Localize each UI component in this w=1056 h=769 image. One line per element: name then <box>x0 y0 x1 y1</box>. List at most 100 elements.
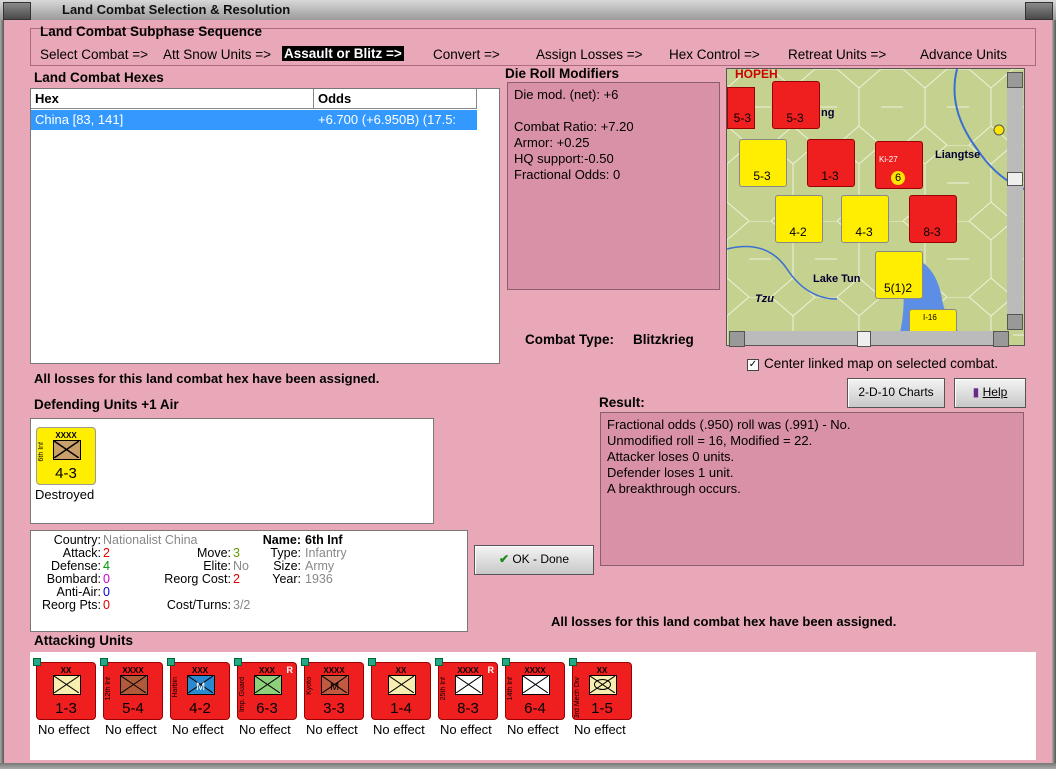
losses-message: All losses for this land combat hex have… <box>34 371 380 386</box>
unit-strength: 4-2 <box>189 700 211 717</box>
unit-marker-icon <box>100 658 108 666</box>
close-icon[interactable] <box>1025 2 1053 20</box>
unit-strength: 1-5 <box>591 700 613 717</box>
drm-line <box>514 103 715 119</box>
drm-line: Fractional Odds: 0 <box>514 167 621 182</box>
map-counter-value: 6 <box>891 171 905 185</box>
unit-name: 12th Inf <box>105 677 112 701</box>
ok-done-button[interactable]: ✔ OK - Done <box>474 545 594 575</box>
svg-text:M: M <box>196 681 205 693</box>
bombard-label: Bombard: <box>46 572 101 586</box>
map-label: Tzu <box>755 293 774 305</box>
table-row[interactable]: China [83, 141] +6.700 (+6.950B) (17.5: <box>31 110 477 130</box>
unit-size: XXXX <box>122 666 144 675</box>
unit-name: Harbin <box>172 677 179 698</box>
attacking-unit[interactable]: XXXX Kyoto M 3-3 <box>301 658 364 720</box>
map-counter-value: 8-3 <box>923 225 941 239</box>
drm-line: Armor: +0.25 <box>514 135 590 150</box>
attacking-unit[interactable]: XX 3rd Mech Div 1-5 <box>569 658 632 720</box>
unit-status: No effect <box>38 722 90 737</box>
charts-button[interactable]: 2-D-10 Charts <box>847 378 945 408</box>
center-map-checkbox[interactable]: ✓ <box>747 359 759 371</box>
drm-title: Die Roll Modifiers <box>505 66 620 81</box>
attacking-unit[interactable]: XX 1-3 <box>33 658 96 720</box>
map-vertical-scrollbar[interactable] <box>1007 72 1023 330</box>
reorgcost-value: 2 <box>233 572 240 586</box>
scroll-thumb[interactable] <box>1007 172 1023 186</box>
attacking-unit[interactable]: XXX R Imp. Guard 6-3 <box>234 658 297 720</box>
map-counter-value: 5-3 <box>786 111 804 125</box>
unit-name: 25th Inf <box>440 677 447 701</box>
infantry-symbol-icon <box>53 440 81 460</box>
help-button-label: Help <box>982 385 1008 399</box>
help-button[interactable]: ▮ Help <box>954 378 1026 408</box>
reorgcost-label: Reorg Cost: <box>164 572 231 586</box>
mountain-symbol-icon: M <box>321 675 349 695</box>
infantry-symbol-icon <box>254 675 282 695</box>
map-label: HOPEH <box>735 68 778 81</box>
unit-size: XXXX <box>323 666 345 675</box>
defense-value: 4 <box>103 559 110 573</box>
step-advance-units[interactable]: Advance Units <box>920 47 1007 62</box>
scroll-left-icon[interactable] <box>729 331 745 347</box>
attacking-unit[interactable]: XX 1-4 <box>368 658 431 720</box>
map-horizontal-scrollbar[interactable] <box>729 331 1009 347</box>
step-assault-or-blitz[interactable]: Assault or Blitz => <box>282 46 404 61</box>
map-counter-name: Ki-27 <box>879 155 898 164</box>
attacking-title: Attacking Units <box>34 633 134 648</box>
result-box: Fractional odds (.950) roll was (.991) -… <box>600 412 1024 566</box>
unit-name: 6th Inf <box>38 442 45 462</box>
result-title: Result: <box>599 395 645 410</box>
step-convert[interactable]: Convert => <box>433 47 500 62</box>
costturns-label: Cost/Turns: <box>166 598 231 612</box>
year-label: Year: <box>272 572 301 586</box>
defending-unit[interactable]: XXXX 6th Inf 4-3 <box>36 427 96 485</box>
drm-line: HQ support:-0.50 <box>514 151 614 166</box>
step-assign-losses[interactable]: Assign Losses => <box>536 47 643 62</box>
window-frame-right <box>1052 20 1056 769</box>
unit-marker-icon <box>234 658 242 666</box>
subphase-title: Land Combat Subphase Sequence <box>40 24 263 39</box>
antiair-label: Anti-Air: <box>56 585 101 599</box>
result-line: Attacker loses 0 units. <box>607 449 735 464</box>
step-retreat-units[interactable]: Retreat Units => <box>788 47 886 62</box>
antiair-value: 0 <box>103 585 110 599</box>
unit-strength: 1-3 <box>55 700 77 717</box>
scroll-thumb[interactable] <box>857 331 871 347</box>
unit-strength: 8-3 <box>457 700 479 717</box>
unit-strength: 6-3 <box>256 700 278 717</box>
scroll-down-icon[interactable] <box>1007 314 1023 330</box>
attacking-unit[interactable]: XXXX 14th Inf 6-4 <box>502 658 565 720</box>
window-title: Land Combat Selection & Resolution <box>62 2 291 17</box>
step-hex-control[interactable]: Hex Control => <box>669 47 760 62</box>
attacking-unit[interactable]: XXX Harbin M 4-2 <box>167 658 230 720</box>
scroll-right-icon[interactable] <box>993 331 1009 347</box>
elite-value: No <box>233 559 249 573</box>
window-menu-icon[interactable] <box>3 2 31 20</box>
unit-marker-icon <box>301 658 309 666</box>
result-line: Defender loses 1 unit. <box>607 465 734 480</box>
center-map-label[interactable]: Center linked map on selected combat. <box>764 356 998 371</box>
step-select-combat[interactable]: Select Combat => <box>40 47 148 62</box>
col-odds-header[interactable]: Odds <box>314 89 477 109</box>
year-value: 1936 <box>305 572 333 586</box>
drm-line: Combat Ratio: +7.20 <box>514 119 634 134</box>
type-value: Infantry <box>305 546 347 560</box>
step-att-snow-units[interactable]: Att Snow Units => <box>163 47 271 62</box>
map-label: Liangtse <box>935 149 981 161</box>
unit-marker-icon <box>435 658 443 666</box>
scroll-up-icon[interactable] <box>1007 72 1023 88</box>
unit-status: No effect <box>373 722 425 737</box>
map-counter-value: 4-2 <box>789 225 807 239</box>
unit-strength: 1-4 <box>390 700 412 717</box>
infantry-symbol-icon <box>455 675 483 695</box>
map-label: Lake Tun <box>813 273 861 285</box>
attacking-unit[interactable]: XXXX 12th Inf 5-4 <box>100 658 163 720</box>
attacking-unit[interactable]: XXXX R 25th Inf 8-3 <box>435 658 498 720</box>
attack-value: 2 <box>103 546 110 560</box>
linked-map[interactable]: HOPEH Liangtse Lake Tun Tzu ng 5-3 5-3 5… <box>726 68 1025 346</box>
infantry-symbol-icon <box>388 675 416 695</box>
size-label: Size: <box>273 559 301 573</box>
attack-label: Attack: <box>62 546 101 560</box>
col-hex-header[interactable]: Hex <box>31 89 314 109</box>
